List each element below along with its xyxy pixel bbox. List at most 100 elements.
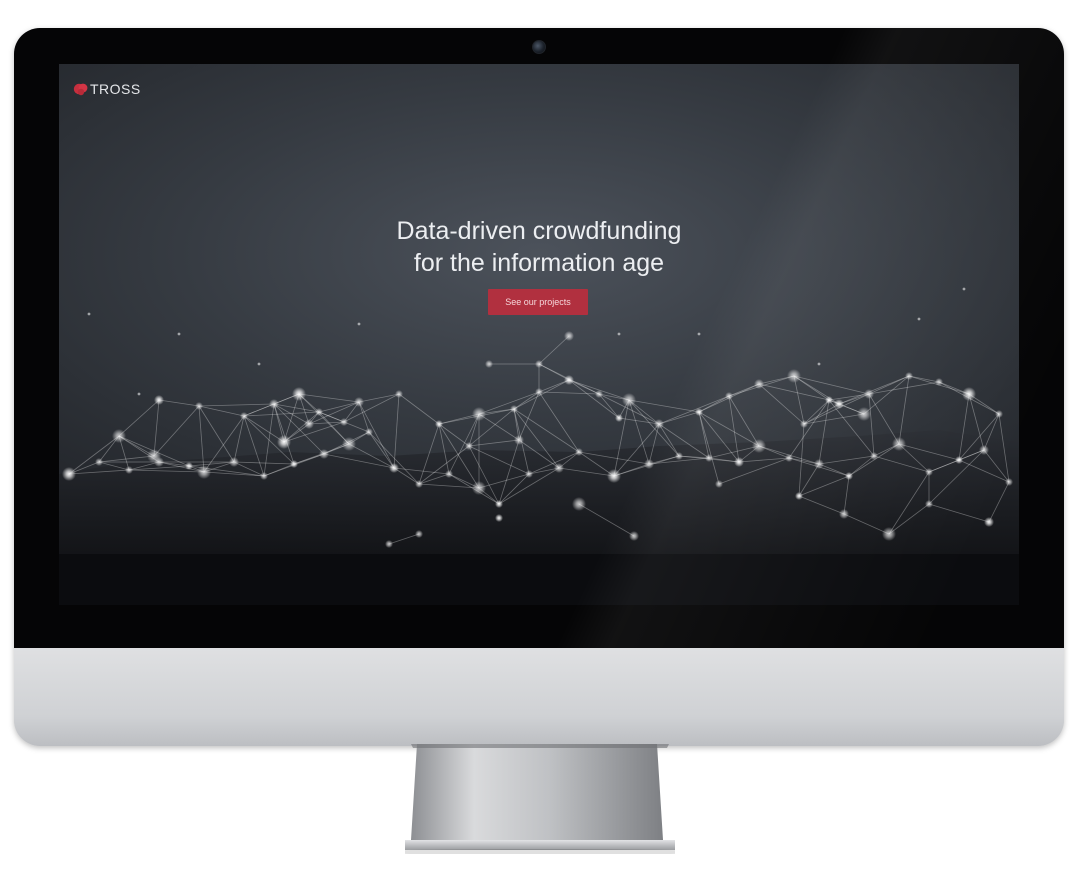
network-node (277, 435, 291, 449)
network-link (153, 399, 160, 457)
network-node (147, 449, 161, 463)
network-node (535, 388, 543, 396)
network-node (304, 419, 314, 429)
network-node (269, 399, 279, 409)
network-node (752, 439, 766, 453)
network-link (198, 405, 245, 417)
network-node (892, 437, 906, 451)
network-link (283, 393, 300, 443)
network-node (535, 360, 543, 368)
network-node (472, 481, 486, 495)
network-node (734, 457, 744, 467)
webcam-icon (532, 40, 546, 54)
network-node (705, 454, 713, 462)
network-node (800, 420, 808, 428)
network-node (514, 435, 524, 445)
network-node (979, 445, 989, 455)
network-node (675, 452, 683, 460)
network-node (725, 392, 733, 400)
monitor-chin (14, 648, 1064, 746)
network-link (283, 421, 345, 443)
network-node (415, 530, 423, 538)
network-link (908, 375, 940, 383)
network-node (925, 500, 933, 508)
see-projects-button[interactable]: See our projects (488, 289, 588, 315)
background-particle (357, 322, 361, 326)
network-link (243, 411, 320, 417)
site-logo[interactable]: TROSS (73, 80, 141, 98)
network-node (935, 378, 943, 386)
network-node (154, 395, 164, 405)
network-node (595, 390, 603, 398)
network-link (538, 335, 570, 365)
background-particle (257, 362, 261, 366)
network-node (564, 331, 574, 341)
background-particle (917, 317, 921, 321)
network-node (825, 396, 833, 404)
network-node (292, 387, 306, 401)
network-link (513, 408, 580, 453)
network-node (415, 480, 423, 488)
network-node (260, 472, 268, 480)
network-node (564, 375, 574, 385)
network-link (658, 395, 730, 425)
network-link (398, 393, 440, 425)
network-node (525, 470, 533, 478)
network-node (905, 372, 913, 380)
network-link (698, 411, 760, 447)
network-link (358, 393, 400, 403)
network-node (95, 458, 103, 466)
network-node (754, 379, 764, 389)
network-node (925, 468, 933, 476)
website-screen: TROSS Data-driven crowdfunding for the i… (59, 64, 1019, 605)
network-link (538, 391, 580, 453)
network-node (195, 402, 203, 410)
network-node (1005, 478, 1013, 486)
network-node (839, 509, 849, 519)
network-background (59, 287, 1019, 554)
monitor-bezel: TROSS Data-driven crowdfunding for the i… (14, 28, 1064, 648)
network-node (857, 407, 871, 421)
network-node (465, 442, 473, 450)
network-link (628, 399, 700, 413)
network-node (995, 410, 1003, 418)
network-link (118, 399, 160, 437)
network-node (395, 390, 403, 398)
network-node (315, 408, 323, 416)
background-particle (177, 332, 181, 336)
network-node (787, 369, 801, 383)
network-node (834, 399, 844, 409)
network-link (468, 439, 520, 447)
network-node (629, 531, 639, 541)
network-link (478, 413, 520, 441)
network-node (112, 429, 126, 443)
network-node (495, 514, 503, 522)
monitor-stand (405, 744, 675, 854)
background-particle (962, 287, 966, 291)
network-node (240, 412, 248, 420)
network-node (185, 462, 193, 470)
network-link (153, 405, 200, 457)
network-node (955, 456, 963, 464)
network-node (622, 393, 636, 407)
network-link (298, 393, 360, 403)
background-particle (817, 362, 821, 366)
network-node (984, 517, 994, 527)
network-node (445, 470, 453, 478)
network-link (343, 393, 400, 423)
network-node (607, 469, 621, 483)
network-node (845, 472, 853, 480)
background-particle (87, 312, 91, 316)
network-node (785, 454, 793, 462)
network-node (870, 452, 878, 460)
network-node (485, 360, 493, 368)
network-node (125, 466, 133, 474)
network-node (472, 407, 486, 421)
hero-title: Data-driven crowdfunding for the informa… (239, 215, 839, 279)
monitor: TROSS Data-driven crowdfunding for the i… (14, 28, 1064, 746)
network-link (438, 423, 470, 447)
network-link (158, 399, 200, 407)
brain-icon (73, 83, 88, 96)
network-node (319, 449, 329, 459)
network-node (365, 428, 373, 436)
